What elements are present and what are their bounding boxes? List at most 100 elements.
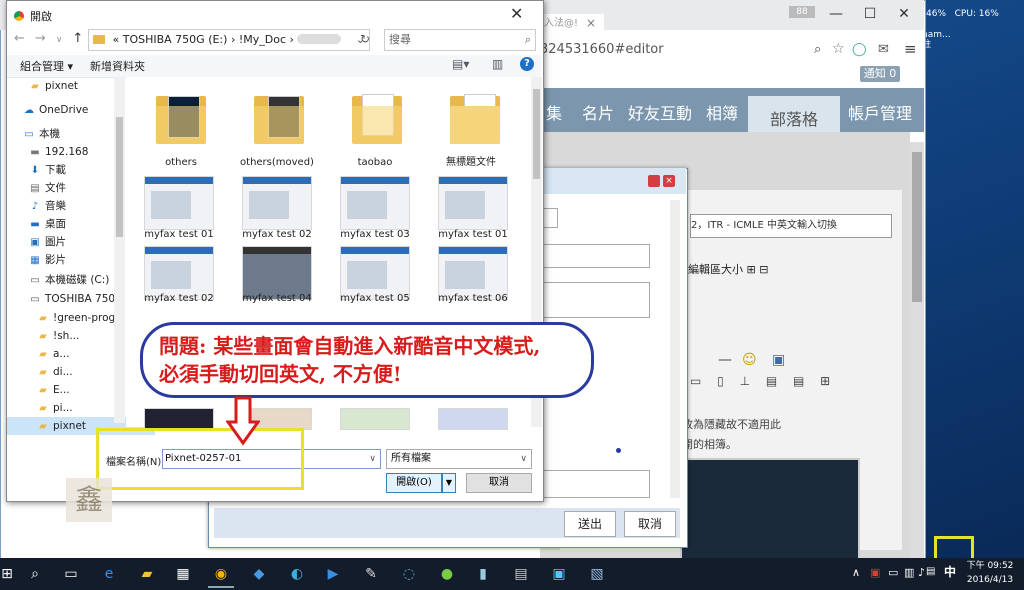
mail-icon[interactable]: ✉ [878, 42, 889, 57]
image-thumbnail[interactable] [242, 176, 312, 230]
open-dropdown-icon[interactable]: ▼ [442, 473, 456, 493]
hr-icon[interactable]: — [718, 352, 732, 368]
collapse-icon[interactable]: ⊟ [759, 263, 768, 276]
close-icon[interactable]: ✕ [888, 4, 920, 24]
emoticon-icon[interactable]: ☺ [742, 352, 757, 368]
volume-icon[interactable]: ♪ [918, 566, 925, 579]
battery-icon[interactable]: ▭ [888, 566, 898, 579]
breadcrumb-mydoc[interactable]: !My_Doc [239, 33, 286, 46]
folder-item[interactable] [442, 88, 512, 148]
organize-menu[interactable]: 組合管理 ▾ [20, 58, 73, 74]
nav-item-friends[interactable]: 好友互動 [628, 100, 692, 124]
dialog-close-icon[interactable]: × [663, 175, 675, 187]
dialog-input-1[interactable] [542, 244, 650, 268]
download-icon: ⬇ [30, 165, 40, 176]
new-folder-button[interactable]: 新增資料夾 [90, 58, 145, 74]
dialog-textarea[interactable] [542, 282, 650, 318]
file-dialog-close-icon[interactable]: ✕ [510, 4, 523, 23]
address-bar[interactable]: 324531660#editor [540, 38, 810, 62]
extension-icon[interactable]: ◯ [852, 42, 867, 57]
bookmark-star-icon[interactable]: ☆ [832, 41, 845, 57]
app-icon-1[interactable]: ◆ [246, 562, 272, 586]
ime-indicator[interactable]: 中 [938, 562, 962, 582]
app-icon-3[interactable]: ◌ [396, 562, 422, 586]
breadcrumb-current[interactable] [297, 34, 342, 44]
folder-item[interactable] [246, 88, 316, 148]
table-icon[interactable]: ▣ [772, 352, 785, 368]
edge-icon[interactable]: e [96, 562, 122, 586]
maximize-icon[interactable]: ☐ [854, 4, 886, 24]
editor-content-area[interactable] [680, 458, 860, 562]
file-dialog-title-text: 開啟 [30, 10, 52, 23]
paint-icon[interactable]: ✎ [358, 562, 384, 586]
zoom-icon[interactable]: ⌕ [814, 42, 821, 57]
filetype-select[interactable]: 所有檔案 ∨ [386, 449, 532, 469]
nav-item-account[interactable]: 帳戶管理 [848, 100, 912, 124]
app-icon-4[interactable]: ● [434, 562, 460, 586]
store-icon[interactable]: ▦ [170, 562, 196, 586]
dialog-minimize-icon[interactable] [648, 175, 660, 187]
notification-tray-icon[interactable]: ▤ [926, 566, 935, 577]
dialog-input-2[interactable] [542, 470, 650, 498]
image-thumbnail[interactable] [340, 176, 410, 230]
view-icon[interactable]: ▤▾ [452, 57, 469, 71]
image-thumbnail[interactable] [144, 408, 214, 430]
file-label: myfax test 01 [438, 229, 508, 240]
insert-dialog-scrollbar[interactable] [670, 200, 680, 498]
nav-item-card[interactable]: 名片 [582, 100, 614, 124]
chrome-icon[interactable]: ◉ [208, 562, 234, 588]
breadcrumb-sep: › [289, 33, 294, 46]
image-thumbnail[interactable] [438, 176, 508, 230]
dialog-cancel-button[interactable]: 取消 [624, 511, 676, 537]
dropdown-icon[interactable]: ∨ [56, 35, 73, 45]
start-icon[interactable]: ⊞ [0, 562, 20, 586]
page-scrollbar[interactable] [910, 142, 924, 558]
breadcrumb-overflow[interactable]: « [113, 33, 120, 46]
search-icon[interactable]: ⌕ [525, 30, 531, 50]
cancel-button[interactable]: 取消 [466, 473, 532, 493]
search-input[interactable]: 搜尋 ⌕ [384, 29, 536, 51]
dropdown-fragment[interactable] [542, 208, 558, 228]
article-title-input[interactable]: 2，ITR - ICMLE 中英文輸入切換 [690, 214, 892, 238]
app-icon-6[interactable]: ▤ [508, 562, 534, 586]
tab-close-icon[interactable]: × [586, 16, 596, 30]
filename-dropdown-icon[interactable]: ∨ [369, 450, 376, 468]
media-player-icon[interactable]: ▶ [320, 562, 346, 586]
help-icon[interactable]: ? [520, 57, 534, 71]
open-button[interactable]: 開啟(O) [386, 473, 442, 493]
tray-chevron-icon[interactable]: ∧ [852, 566, 860, 579]
navigation-scrollbar[interactable] [114, 77, 125, 423]
app-icon-2[interactable]: ◐ [284, 562, 310, 586]
app-icon-7[interactable]: ▣ [546, 562, 572, 586]
format-icons[interactable]: ▭ ▯ ⊥ ▤ ▤ ⊞ [690, 374, 836, 388]
refresh-icon[interactable]: ↻ [356, 29, 374, 49]
filename-highlight-box [96, 428, 304, 490]
nav-item-album[interactable]: 相簿 [706, 100, 738, 124]
network-tray-icon[interactable]: ▥ [904, 566, 914, 579]
folder-item[interactable] [148, 88, 218, 148]
image-thumbnail[interactable] [144, 176, 214, 230]
tray-app-icon[interactable]: ▣ [870, 566, 880, 579]
notification-badge[interactable]: 通知 0 [860, 66, 900, 82]
forward-icon[interactable]: → [35, 31, 56, 46]
breadcrumb-drive[interactable]: TOSHIBA 750G (E:) [123, 33, 228, 46]
image-thumbnail[interactable] [438, 408, 508, 430]
app-icon-5[interactable]: ▮ [470, 562, 496, 586]
app-icon-8[interactable]: ▧ [584, 562, 610, 586]
filetype-dropdown-icon[interactable]: ∨ [520, 450, 527, 468]
folder-item[interactable] [344, 88, 414, 148]
task-view-icon[interactable]: ▭ [58, 562, 84, 586]
back-icon[interactable]: ← [14, 31, 35, 46]
path-breadcrumb[interactable]: « TOSHIBA 750G (E:) › !My_Doc › ⌄ [88, 29, 370, 51]
image-thumbnail[interactable] [340, 408, 410, 430]
menu-icon[interactable]: ≡ [904, 40, 917, 58]
search-taskbar-icon[interactable]: ⌕ [22, 562, 48, 586]
side-text-line: nam... [922, 30, 951, 40]
nav-item-collection[interactable]: 集 [546, 100, 562, 124]
expand-icon[interactable]: ⊞ [747, 263, 756, 276]
preview-pane-icon[interactable]: ▥ [492, 57, 503, 71]
minimize-icon[interactable]: — [820, 4, 852, 24]
submit-button[interactable]: 送出 [564, 511, 616, 537]
clock[interactable]: 下午 09:52 2016/4/13 [966, 559, 1014, 587]
file-explorer-icon[interactable]: ▰ [134, 562, 160, 586]
